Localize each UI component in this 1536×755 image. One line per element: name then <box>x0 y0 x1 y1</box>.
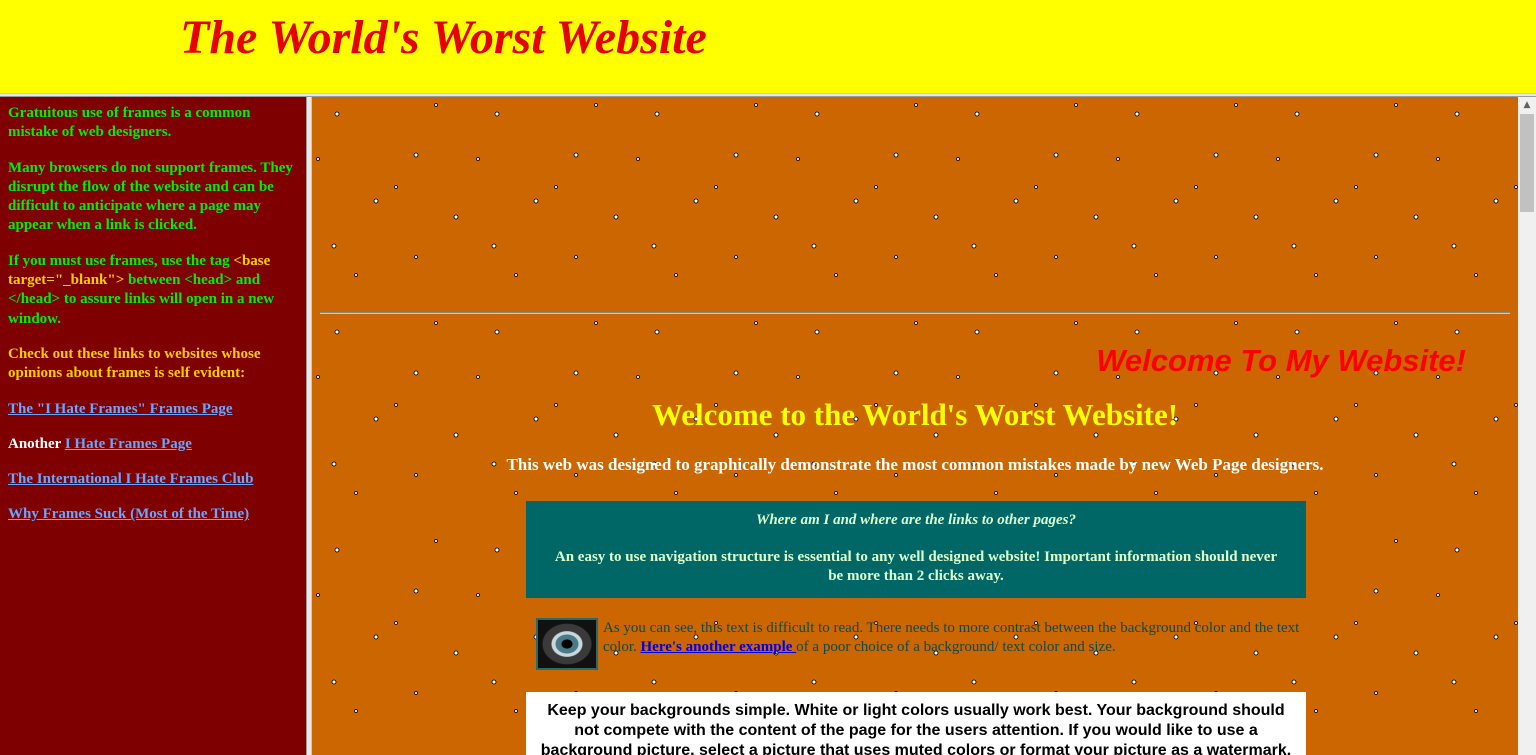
background-tip-box: Keep your backgrounds simple. White or l… <box>526 692 1306 755</box>
welcome-to-my-website-heading: Welcome To My Website! <box>1096 343 1466 378</box>
welcome-worst-website-heading: Welcome to the World's Worst Website! <box>651 397 1179 432</box>
another-example-link[interactable]: Here's another example <box>641 639 797 655</box>
eye-icon <box>536 618 598 670</box>
navigation-question: Where am I and where are the links to ot… <box>755 512 1077 528</box>
scrollbar-thumb[interactable] <box>1520 114 1534 212</box>
background-tip-text: Keep your backgrounds simple. White or l… <box>540 702 1292 755</box>
intro-text: This web was designed to graphically dem… <box>506 455 1324 474</box>
frames-problems-paragraph: Many browsers do not support frames. The… <box>8 159 293 234</box>
top-frame: The World's Worst Website <box>0 0 1536 93</box>
another-prefix: Another <box>8 435 65 452</box>
scroll-up-arrow-icon[interactable]: ▲ <box>1518 97 1536 113</box>
navigation-tip-text: An easy to use navigation structure is e… <box>554 549 1278 584</box>
link-international-i-hate-frames-club[interactable]: The International I Hate Frames Club <box>8 471 253 487</box>
link-i-hate-frames-frames-page[interactable]: The "I Hate Frames" Frames Page <box>8 401 233 417</box>
tip-text-2: between <box>124 272 185 289</box>
tip-text-1: If you must use frames, use the tag <box>8 252 234 269</box>
horizontal-rule <box>320 312 1510 314</box>
link-i-hate-frames-page[interactable]: I Hate Frames Page <box>65 436 192 452</box>
link-why-frames-suck[interactable]: Why Frames Suck (Most of the Time) <box>8 506 249 522</box>
contrast-example-paragraph: As you can see, this text is difficult t… <box>603 619 1303 657</box>
navigation-tip-box: Where am I and where are the links to ot… <box>526 501 1306 598</box>
frames-intro-paragraph: Gratuitous use of frames is a common mis… <box>8 105 251 141</box>
vertical-scrollbar[interactable]: ▲ <box>1518 97 1536 755</box>
contrast-text-2: of a poor choice of a background/ text c… <box>796 639 1116 655</box>
main-frame: Welcome To My Website! Welcome to the Wo… <box>312 97 1518 755</box>
check-links-paragraph: Check out these links to websites whose … <box>8 345 261 382</box>
base-target-tip-paragraph: If you must use frames, use the tag <bas… <box>8 252 298 329</box>
site-title: The World's Worst Website <box>180 11 707 64</box>
left-frame: Gratuitous use of frames is a common mis… <box>0 97 306 755</box>
